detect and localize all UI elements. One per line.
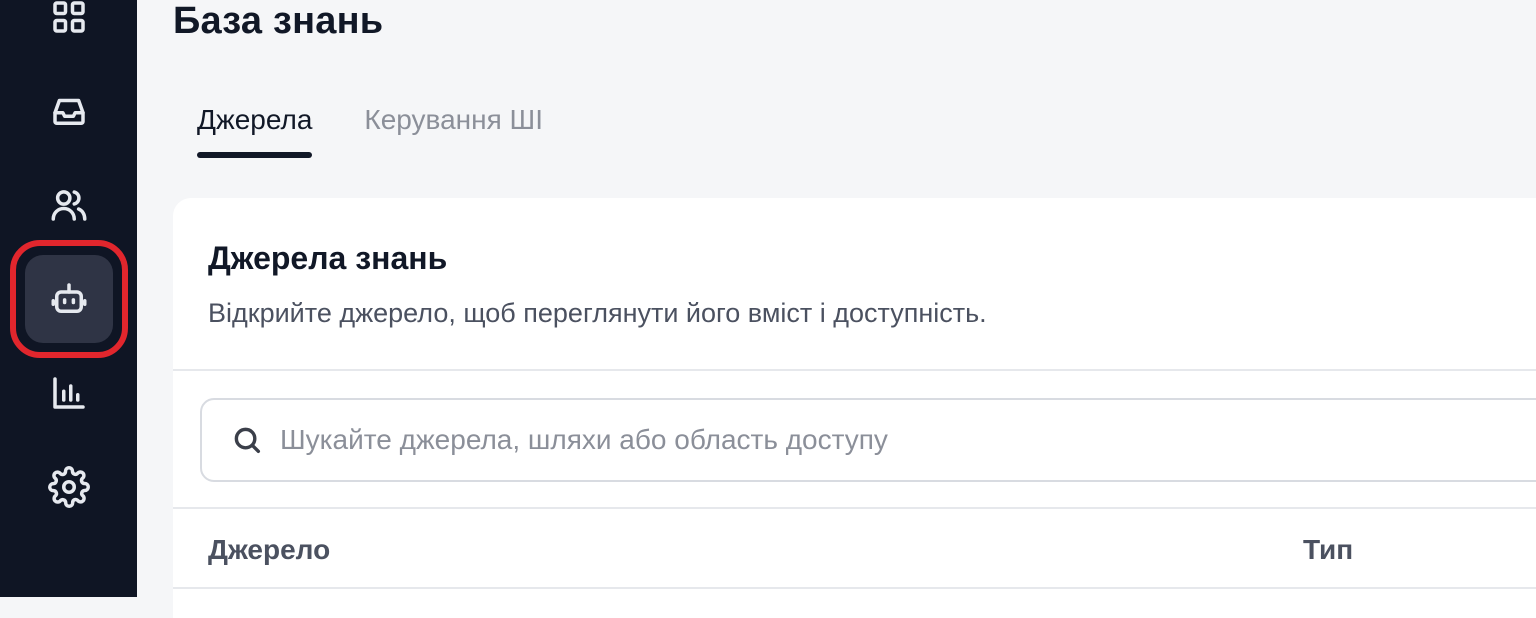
inbox-icon: [48, 90, 90, 132]
bot-icon: [48, 278, 90, 320]
sidebar-item-inbox[interactable]: [25, 67, 113, 155]
search-icon: [230, 423, 264, 457]
gear-icon: [48, 466, 90, 508]
knowledge-sources-card: Джерела знань Відкрийте джерело, щоб пер…: [173, 198, 1536, 618]
card-title: Джерела знань: [208, 240, 447, 277]
divider: [173, 369, 1536, 371]
sidebar-item-analytics[interactable]: [25, 349, 113, 437]
page-title: База знань: [173, 0, 383, 43]
divider: [173, 587, 1536, 589]
column-header-type[interactable]: Тип: [1303, 534, 1353, 566]
sidebar-item-ai-bot[interactable]: [25, 255, 113, 343]
users-icon: [48, 184, 90, 226]
search-box[interactable]: [200, 398, 1536, 482]
column-header-source[interactable]: Джерело: [208, 534, 330, 566]
tab-ai-management[interactable]: Керування ШІ: [364, 104, 543, 158]
search-input[interactable]: [280, 424, 1480, 456]
sidebar-item-users[interactable]: [25, 161, 113, 249]
tab-sources[interactable]: Джерела: [197, 104, 312, 158]
sidebar-item-dashboard[interactable]: [25, 0, 113, 61]
tab-bar: Джерела Керування ШІ: [197, 104, 543, 158]
card-subtitle: Відкрийте джерело, щоб переглянути його …: [208, 298, 987, 329]
sidebar: [0, 0, 137, 597]
bar-chart-icon: [48, 372, 90, 414]
divider: [173, 507, 1536, 509]
dashboard-grid-icon: [48, 0, 90, 38]
sidebar-item-settings[interactable]: [25, 443, 113, 531]
main-content: База знань Джерела Керування ШІ Джерела …: [137, 0, 1536, 597]
